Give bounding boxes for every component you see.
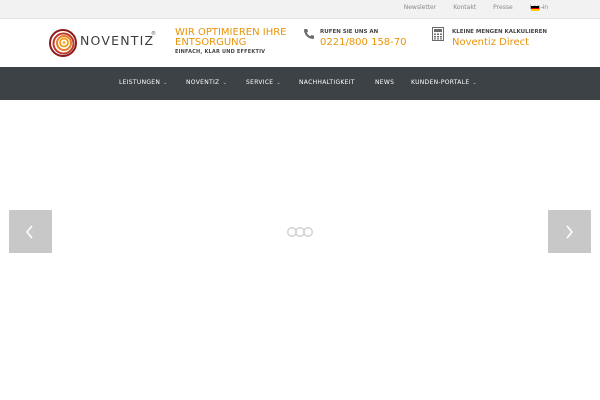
nav-label: NACHHALTIGKEIT xyxy=(299,79,355,86)
nav-label: KUNDEN-PORTALE xyxy=(411,79,470,86)
slogan-headline: WIR OPTIMIEREN IHRE ENTSORGUNG xyxy=(175,27,287,48)
top-bar: Newsletter Kontakt Presse Log-in ⌄ xyxy=(0,0,600,19)
slider-prev-button[interactable] xyxy=(9,210,52,253)
chevron-down-icon: ⌄ xyxy=(276,80,281,86)
newsletter-link[interactable]: Newsletter xyxy=(404,4,436,11)
language-caret-icon[interactable]: ⌄ xyxy=(541,4,545,10)
logo-spiral-icon xyxy=(49,29,77,57)
chevron-down-icon: ⌄ xyxy=(222,80,227,86)
presse-link[interactable]: Presse xyxy=(493,4,512,11)
logo-text: NOVENTIZ xyxy=(80,33,155,48)
top-links: Newsletter Kontakt Presse Log-in xyxy=(404,4,548,11)
nav-item-kunden-portale[interactable]: KUNDEN-PORTALE ⌄ xyxy=(411,79,477,86)
nav-item-news[interactable]: NEWS xyxy=(375,79,394,86)
main-navigation: LEISTUNGEN ⌄ NOVENTIZ ⌄ SERVICE ⌄ NACHHALTI… xyxy=(0,67,600,100)
nav-item-noventiz[interactable]: NOVENTIZ ⌄ xyxy=(186,79,227,86)
call-label: RUFEN SIE UNS AN xyxy=(320,29,379,35)
chevron-right-icon xyxy=(566,225,574,239)
chevron-down-icon: ⌄ xyxy=(472,80,477,86)
slider-next-button[interactable] xyxy=(548,210,591,253)
hero-slider xyxy=(0,100,600,400)
nav-label: NOVENTIZ xyxy=(186,79,220,86)
german-flag-icon[interactable] xyxy=(531,6,539,12)
nav-item-service[interactable]: SERVICE ⌄ xyxy=(246,79,281,86)
noventiz-direct-link[interactable]: Noventiz Direct xyxy=(452,37,529,48)
phone-number-link[interactable]: 0221/800 158-70 xyxy=(320,37,407,48)
nav-label: SERVICE xyxy=(246,79,274,86)
site-header: NOVENTIZ ® WIR OPTIMIEREN IHRE ENTSORGUN… xyxy=(0,19,600,67)
chevron-left-icon xyxy=(25,225,33,239)
nav-item-nachhaltigkeit[interactable]: NACHHALTIGKEIT xyxy=(299,79,355,86)
calculator-icon xyxy=(432,27,444,41)
calculate-label: KLEINE MENGEN KALKULIEREN xyxy=(452,29,548,35)
loading-icon xyxy=(286,226,314,238)
kontakt-link[interactable]: Kontakt xyxy=(453,4,476,11)
phone-icon xyxy=(304,29,314,39)
chevron-down-icon: ⌄ xyxy=(163,80,168,86)
slogan-subline: EINFACH, KLAR UND EFFEKTIV xyxy=(175,49,266,55)
nav-label: NEWS xyxy=(375,79,395,86)
nav-label: LEISTUNGEN xyxy=(119,79,161,86)
logo-trademark: ® xyxy=(151,31,156,37)
nav-item-leistungen[interactable]: LEISTUNGEN ⌄ xyxy=(119,79,168,86)
